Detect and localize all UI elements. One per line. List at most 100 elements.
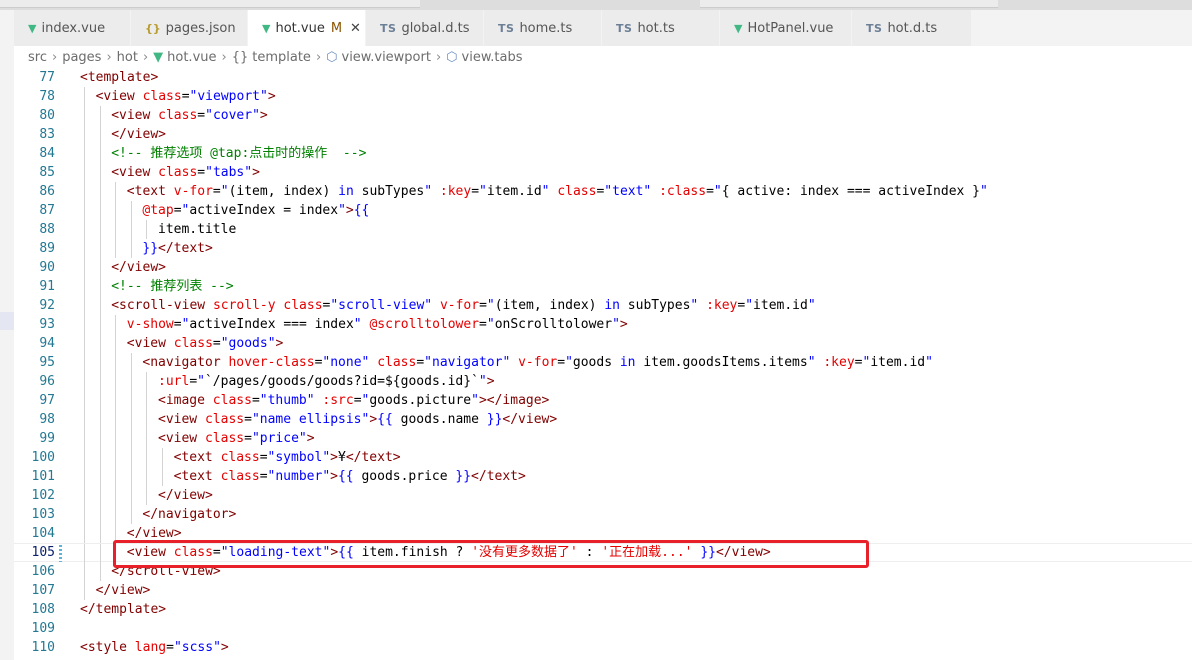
- indent-guide: [99, 125, 101, 144]
- code-token: activeIndex = index: [189, 203, 339, 218]
- code-text: <view class="tabs">: [111, 163, 260, 182]
- code-token: '没有更多数据了': [471, 545, 578, 560]
- code-line[interactable]: 88 item.title: [14, 220, 1192, 239]
- line-number: 110: [31, 640, 55, 655]
- code-line[interactable]: 94 <view class="goods">: [14, 334, 1192, 353]
- code-token: =: [251, 393, 260, 408]
- indent-guide: [115, 334, 117, 353]
- breadcrumb-item[interactable]: src: [28, 50, 47, 65]
- code-token: =: [197, 108, 206, 123]
- code-text: <text v-for="(item, index) in subTypes" …: [127, 182, 988, 201]
- breadcrumb-item[interactable]: view.tabs: [462, 50, 523, 65]
- code-editor[interactable]: 77 <template> 78 <view class="viewport"> 80 <…: [14, 68, 1192, 660]
- tab-label: global.d.ts: [401, 20, 470, 36]
- code-line[interactable]: 89}}</text>: [14, 239, 1192, 258]
- indent-guide: [99, 410, 101, 429]
- code-line[interactable]: 107 </view>: [14, 581, 1192, 600]
- breadcrumb-item[interactable]: template: [252, 50, 311, 65]
- line-number: 86: [39, 184, 55, 199]
- line-number: 83: [39, 127, 55, 142]
- breadcrumb-item[interactable]: pages: [62, 50, 101, 65]
- indent-guide: [84, 562, 85, 581]
- code-line[interactable]: 106 </scroll-view>: [14, 562, 1192, 581]
- code-line[interactable]: 104 </view>: [14, 524, 1192, 543]
- tab-hot-ts[interactable]: TS hot.ts: [602, 10, 720, 46]
- code-token: "viewport": [189, 89, 268, 104]
- line-number: 78: [39, 89, 55, 104]
- indent-guide: [130, 429, 132, 448]
- tab-global-d-ts[interactable]: TS global.d.ts: [366, 10, 484, 46]
- code-line[interactable]: 91 <!-- 推荐列表 -->: [14, 277, 1192, 296]
- code-line[interactable]: 80 <view class="cover">: [14, 106, 1192, 125]
- command-center[interactable]: [700, 0, 998, 8]
- code-line[interactable]: 110 <style lang="scss">: [14, 638, 1192, 657]
- code-line[interactable]: 77 <template>: [14, 68, 1192, 87]
- code-line[interactable]: 95 <navigator hover-class="none" class="n…: [14, 353, 1192, 372]
- code-text: </view>: [96, 581, 151, 600]
- code-line[interactable]: 90 </view>: [14, 258, 1192, 277]
- indent-guide: [115, 505, 117, 524]
- tab-index-vue[interactable]: ▼ index.vue: [14, 10, 131, 46]
- code-line[interactable]: 92 <scroll-view scroll-y class = "scroll-vi…: [14, 296, 1192, 315]
- tab-hot-d-ts[interactable]: TS hot.d.ts: [852, 10, 972, 46]
- close-icon[interactable]: ✕: [350, 21, 361, 36]
- code-token: goods.name: [392, 412, 487, 427]
- line-number: 100: [31, 450, 55, 465]
- tab-hotpanel-vue[interactable]: ▼ HotPanel.vue: [720, 10, 852, 46]
- git-change-marker[interactable]: [59, 545, 62, 562]
- breadcrumb-item[interactable]: view.viewport: [342, 50, 431, 65]
- breadcrumb-separator: ›: [221, 49, 227, 65]
- code-token: goods: [572, 355, 620, 370]
- code-text: <scroll-view scroll-y class = "scroll-view…: [111, 296, 815, 315]
- code-line[interactable]: 105 <view class="loading-text">{{ item.fi…: [14, 543, 1192, 563]
- code-line[interactable]: 97 <image class="thumb" :src="goods.pictu…: [14, 391, 1192, 410]
- code-line[interactable]: 108 </template>: [14, 600, 1192, 619]
- code-token: :src: [322, 393, 354, 408]
- code-token: =: [166, 640, 174, 655]
- tab-hot-vue[interactable]: ▼ hot.vue M ✕: [248, 10, 366, 46]
- code-line[interactable]: 96:url="`/pages/goods/goods?id=${goods.i…: [14, 372, 1192, 391]
- line-number: 105: [31, 545, 55, 560]
- code-text: </view>: [127, 524, 182, 543]
- indent-guide: [84, 448, 85, 467]
- code-line[interactable]: 78 <view class="viewport">: [14, 87, 1192, 106]
- code-line[interactable]: 86 <text v-for="(item, index) in subTypes…: [14, 182, 1192, 201]
- code-line[interactable]: 102 </view>: [14, 486, 1192, 505]
- code-token: =: [212, 545, 221, 560]
- code-line[interactable]: 85 <view class="tabs">: [14, 163, 1192, 182]
- indent-guide: [130, 239, 132, 258]
- indent-guide: [115, 239, 117, 258]
- code-line[interactable]: 101 <text class="number">{{ goods.price }…: [14, 467, 1192, 486]
- code-line[interactable]: 98 <view class="name ellipsis">{{ goods.n…: [14, 410, 1192, 429]
- code-line[interactable]: 83 </view>: [14, 125, 1192, 144]
- code-line[interactable]: 93 v-show="activeIndex === index" @scroll…: [14, 315, 1192, 334]
- code-text: :url="`/pages/goods/goods?id=${goods.id}…: [158, 372, 495, 391]
- code-line[interactable]: 109: [14, 619, 1192, 638]
- code-token: ": [486, 317, 495, 332]
- code-token: <!-- 推荐列表 -->: [111, 279, 234, 294]
- code-token: "thumb": [259, 393, 315, 408]
- breadcrumb-item[interactable]: hot.vue: [167, 50, 216, 65]
- code-token: v-for: [518, 355, 558, 370]
- code-token: {{: [353, 203, 370, 218]
- code-line[interactable]: 99 <view class="price">: [14, 429, 1192, 448]
- code-token: @scrolltolower: [369, 317, 480, 332]
- indent-guide: [130, 391, 132, 410]
- code-token: "text": [604, 184, 652, 199]
- code-line[interactable]: 84 <!-- 推荐选项 @tap:点击时的操作 -->: [14, 144, 1192, 163]
- breadcrumb-item[interactable]: hot: [117, 50, 138, 65]
- tab-pages-json[interactable]: {} pages.json: [131, 10, 248, 46]
- code-token: =: [197, 165, 206, 180]
- code-token: class: [557, 184, 597, 199]
- code-text: <!-- 推荐选项 @tap:点击时的操作 -->: [111, 144, 366, 163]
- code-token: >: [619, 317, 628, 332]
- code-token: {{: [337, 469, 354, 484]
- indent-guide: [99, 296, 101, 315]
- code-token: >: [330, 545, 339, 560]
- code-line[interactable]: 100 <text class="symbol">¥</text>: [14, 448, 1192, 467]
- tab-home-ts[interactable]: TS home.ts: [484, 10, 602, 46]
- code-line[interactable]: 87 @tap="activeIndex = index">{{: [14, 201, 1192, 220]
- code-line[interactable]: 103 </navigator>: [14, 505, 1192, 524]
- code-token: {{: [338, 545, 354, 560]
- code-token: item.id: [486, 184, 542, 199]
